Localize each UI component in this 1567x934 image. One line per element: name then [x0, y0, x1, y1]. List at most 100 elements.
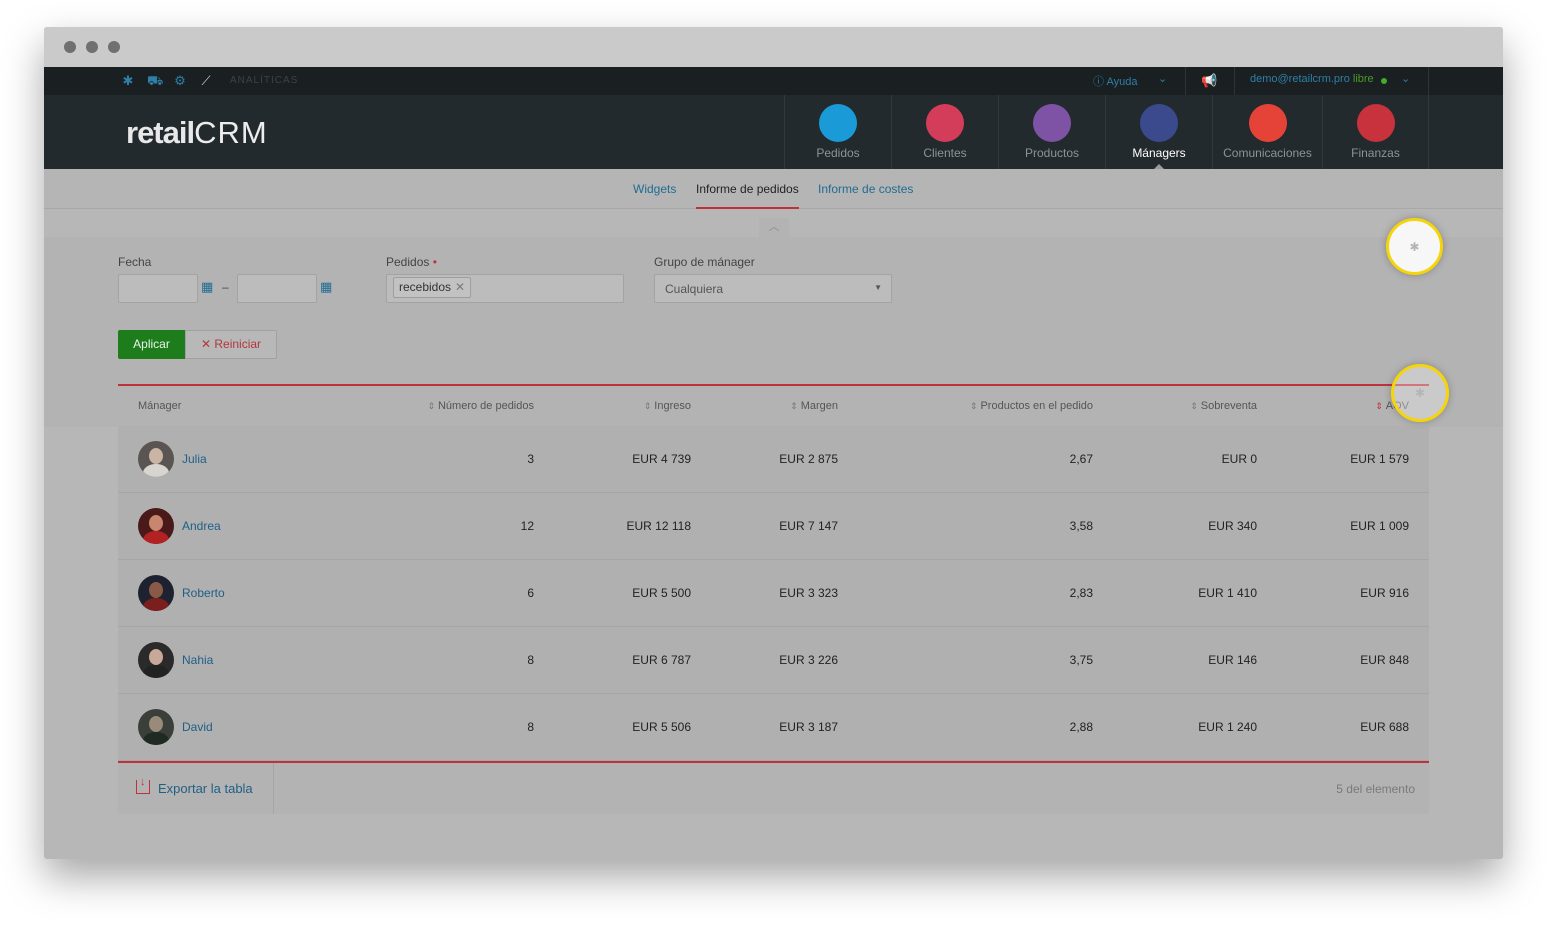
box-icon	[1033, 104, 1071, 142]
tab-costs-report[interactable]: Informe de costes	[818, 182, 913, 196]
nav-item-productos[interactable]: Productos	[998, 95, 1105, 169]
chip-label: recebidos	[399, 280, 452, 294]
top-strip: ✱ ⛟ ⚙ ⟋ ANALÍTICAS ⓘ Ayuda ⌄ 📢 demo@reta…	[44, 67, 1503, 95]
cell-orders: 6	[527, 586, 534, 600]
export-table-link[interactable]: Exportar la tabla	[158, 781, 253, 796]
window-minimize-dot[interactable]	[86, 41, 98, 53]
sort-icon: ⇕	[1375, 401, 1383, 411]
analytics-icon[interactable]: ⟋	[199, 74, 213, 88]
date-label: Fecha	[118, 255, 152, 269]
nav-item-clientes[interactable]: Clientes	[891, 95, 998, 169]
megaphone-icon[interactable]: 📢	[1201, 74, 1217, 88]
cell-aov: EUR 1 579	[1350, 452, 1409, 466]
user-menu[interactable]: demo@retailcrm.pro libre	[1250, 73, 1374, 85]
cell-income: EUR 5 500	[632, 586, 691, 600]
user-email: demo@retailcrm.pro	[1250, 73, 1350, 85]
select-value: Cualquiera	[665, 282, 724, 296]
cell-aov: EUR 916	[1360, 586, 1409, 600]
cell-products: 3,75	[1069, 653, 1093, 667]
date-from-input[interactable]	[118, 274, 198, 303]
nav-label: Pedidos	[816, 146, 860, 160]
nav-label: Mánagers	[1132, 146, 1186, 160]
table-row: Nahia 8 EUR 6 787 EUR 3 226 3,75 EUR 146…	[118, 627, 1429, 694]
cell-aov: EUR 1 009	[1350, 519, 1409, 533]
chevron-down-icon[interactable]: ⌄	[1401, 72, 1410, 85]
cell-income: EUR 12 118	[626, 519, 691, 533]
gear-icon: ✱	[1414, 386, 1426, 400]
sort-icon: ⇕	[1190, 401, 1198, 411]
section-label: ANALÍTICAS	[230, 75, 299, 86]
date-to-input[interactable]	[237, 274, 317, 303]
report-tabs: Widgets Informe de pedidos Informe de co…	[44, 169, 1503, 209]
nav-item-pedidos[interactable]: Pedidos	[784, 95, 891, 169]
user-status: libre	[1352, 73, 1374, 85]
filter-settings-gear-highlight[interactable]: ✱	[1386, 218, 1443, 275]
remove-chip-icon[interactable]: ✕	[455, 280, 465, 294]
reset-button[interactable]: ✕ Reiniciar	[185, 330, 277, 359]
managers-table: Mánager ⇕ Número de pedidos ⇕ Ingreso ⇕ Mar…	[118, 384, 1429, 814]
chevron-down-icon[interactable]: ⌄	[1158, 72, 1167, 85]
cell-margin: EUR 3 226	[779, 653, 838, 667]
cell-upsell: EUR 1 240	[1198, 720, 1257, 734]
item-count: 5 del elemento	[1336, 782, 1415, 796]
cell-upsell: EUR 0	[1221, 452, 1257, 466]
nav-label: Finanzas	[1351, 146, 1400, 160]
table-settings-gear-highlight[interactable]: ✱	[1391, 364, 1449, 422]
manager-name-link[interactable]: Roberto	[182, 586, 225, 600]
cart-small-icon[interactable]: ⛟	[147, 74, 163, 88]
cell-income: EUR 4 739	[632, 452, 691, 466]
apply-button[interactable]: Aplicar	[118, 330, 185, 359]
window-zoom-dot[interactable]	[108, 41, 120, 53]
online-indicator	[1381, 78, 1387, 84]
cell-income: EUR 6 787	[632, 653, 691, 667]
tab-widgets[interactable]: Widgets	[633, 182, 676, 196]
close-icon: ✕	[200, 337, 212, 351]
table-row: Andrea 12 EUR 12 118 EUR 7 147 3,58 EUR …	[118, 493, 1429, 560]
nav-item-finanzas[interactable]: Finanzas	[1322, 95, 1429, 169]
customer-icon	[926, 104, 964, 142]
calendar-icon[interactable]: ▦	[320, 279, 332, 295]
col-products[interactable]: ⇕ Productos en el pedido	[970, 400, 1093, 412]
manager-icon	[1140, 104, 1178, 142]
cell-margin: EUR 2 875	[779, 452, 838, 466]
active-tab-indicator	[696, 207, 799, 209]
gear-icon[interactable]: ⚙	[173, 74, 187, 88]
cell-orders: 8	[527, 653, 534, 667]
divider	[1234, 67, 1235, 95]
window-close-dot[interactable]	[64, 41, 76, 53]
collapse-filters-button[interactable]: ︿	[759, 218, 789, 237]
manager-name-link[interactable]: Nahia	[182, 653, 213, 667]
manager-group-label: Grupo de mánager	[654, 255, 755, 269]
cell-products: 3,58	[1069, 519, 1093, 533]
cell-margin: EUR 3 323	[779, 586, 838, 600]
col-manager[interactable]: Mánager	[138, 400, 181, 412]
cell-orders: 8	[527, 720, 534, 734]
calendar-icon[interactable]: ▦	[201, 279, 213, 295]
divider	[1428, 67, 1429, 95]
manager-name-link[interactable]: Andrea	[182, 519, 221, 533]
browser-window: ✱ ⛟ ⚙ ⟋ ANALÍTICAS ⓘ Ayuda ⌄ 📢 demo@reta…	[44, 27, 1503, 859]
settings-icon[interactable]: ✱	[121, 74, 135, 88]
cell-aov: EUR 848	[1360, 653, 1409, 667]
cart-icon	[819, 104, 857, 142]
cell-income: EUR 5 506	[632, 720, 691, 734]
nav-item-managers[interactable]: Mánagers	[1105, 95, 1212, 169]
window-titlebar	[44, 27, 1503, 67]
cell-upsell: EUR 146	[1208, 653, 1257, 667]
col-upsell[interactable]: ⇕ Sobreventa	[1190, 400, 1257, 412]
tab-orders-report[interactable]: Informe de pedidos	[696, 182, 799, 196]
col-margin[interactable]: ⇕ Margen	[790, 400, 838, 412]
col-income[interactable]: ⇕ Ingreso	[644, 400, 691, 412]
manager-group-select[interactable]: Cualquiera ▼	[654, 274, 892, 303]
manager-name-link[interactable]: David	[182, 720, 213, 734]
retailcrm-logo[interactable]: retailCRM	[126, 115, 268, 151]
manager-name-link[interactable]: Julia	[182, 452, 207, 466]
col-orders[interactable]: ⇕ Número de pedidos	[427, 400, 534, 412]
sort-icon: ⇕	[427, 401, 435, 411]
cell-margin: EUR 3 187	[779, 720, 838, 734]
table-row: David 8 EUR 5 506 EUR 3 187 2,88 EUR 1 2…	[118, 694, 1429, 761]
avatar	[138, 642, 174, 678]
nav-item-comunicaciones[interactable]: Comunicaciones	[1212, 95, 1322, 169]
help-label: Ayuda	[1106, 76, 1138, 88]
help-link[interactable]: ⓘ Ayuda	[1093, 73, 1137, 89]
